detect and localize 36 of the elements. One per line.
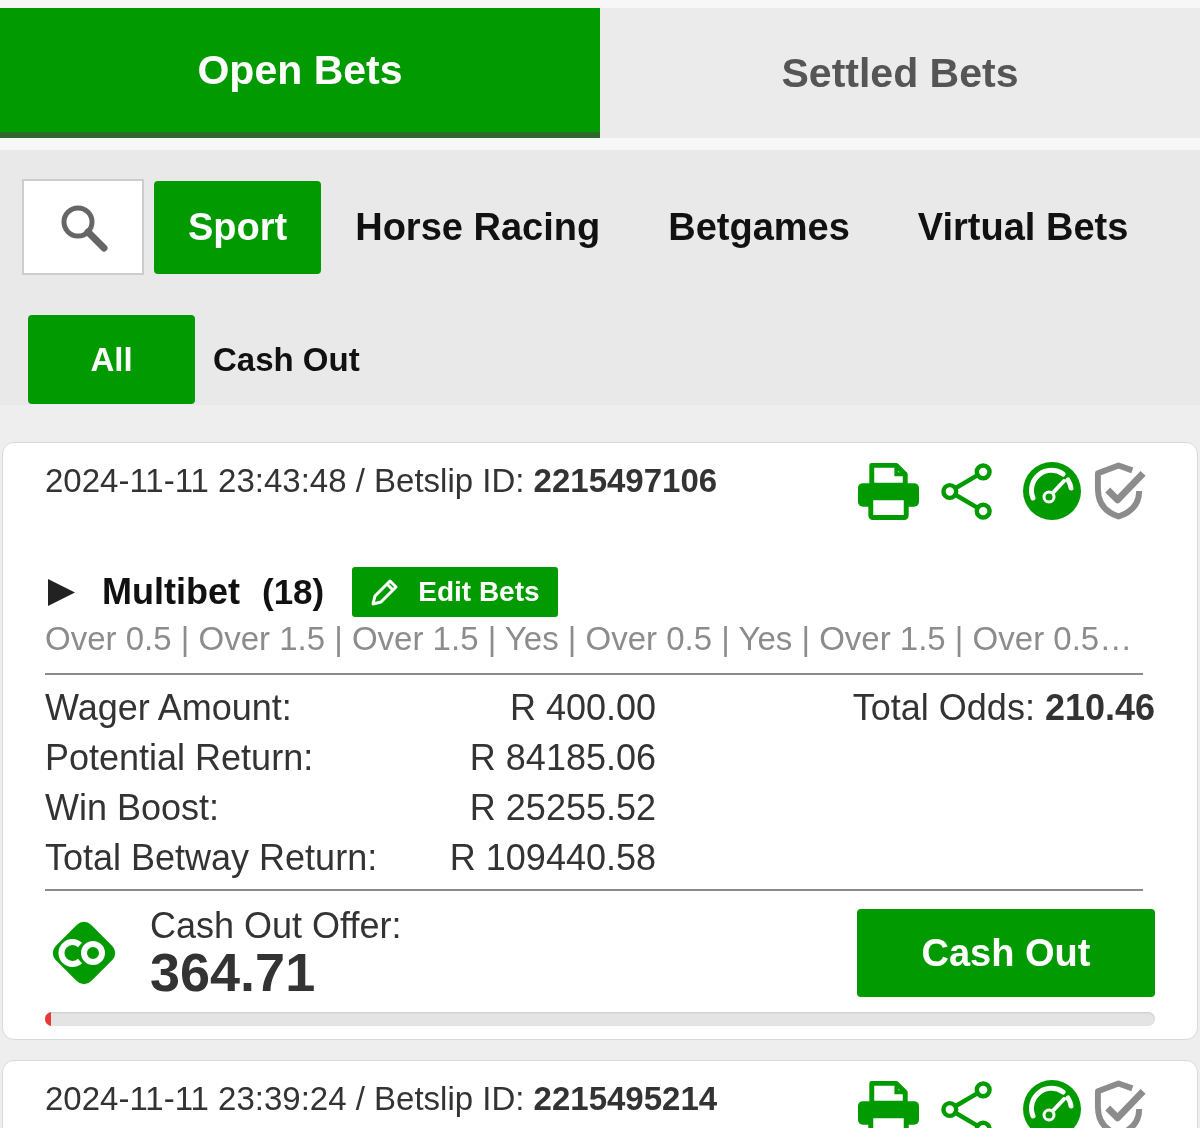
edit-bets-button[interactable]: Edit Bets <box>352 567 558 617</box>
cash-out-label: Cash Out Offer: <box>150 907 402 945</box>
bet-status-tab[interactable]: Settled Bets <box>600 8 1200 138</box>
detail-value: R 400.00 <box>508 687 656 729</box>
printer-icon[interactable] <box>857 461 920 521</box>
detail-label: Total Betway Return: <box>45 837 379 879</box>
filter-tab[interactable]: Cash Out <box>195 315 378 404</box>
gauge-icon[interactable] <box>1023 1080 1081 1128</box>
detail-label: Wager Amount: <box>45 687 293 729</box>
category-tab[interactable]: Betgames <box>634 180 884 274</box>
search-button[interactable] <box>22 179 144 275</box>
cash-out-amount: 364.71 <box>150 945 317 999</box>
filter-tab[interactable]: All <box>28 315 195 404</box>
shield-check-icon[interactable] <box>1093 1079 1148 1128</box>
printer-icon[interactable] <box>857 1079 920 1128</box>
bet-status-tab[interactable]: Open Bets <box>0 8 600 138</box>
detail-value: R 25255.52 <box>468 787 656 829</box>
share-icon[interactable] <box>940 1080 993 1128</box>
detail-value: R 109440.58 <box>448 837 656 879</box>
category-tab[interactable]: Virtual Bets <box>883 180 1163 274</box>
category-tab[interactable]: Sport <box>154 180 322 274</box>
share-icon[interactable] <box>940 462 993 520</box>
category-tab[interactable]: Horse Racing <box>321 180 635 274</box>
caret-icon[interactable] <box>48 578 75 606</box>
detail-label: Potential Return: <box>45 737 315 779</box>
selections-text: Over 0.5 | Over 1.5 | Over 1.5 | Yes | Over 0.5 | Yes | Over 1.5 | Over 0.5… <box>45 621 1134 657</box>
betslip-header: 2024-11-11 23:39:24 / Betslip ID: 2215495214 <box>45 1080 718 1118</box>
selection-count: (18) <box>262 572 325 612</box>
cash-out-button[interactable]: Cash Out <box>857 909 1155 997</box>
gauge-icon[interactable] <box>1023 462 1081 520</box>
shield-check-icon[interactable] <box>1093 461 1148 521</box>
total-odds: Total Odds: 210.46 <box>852 687 1155 729</box>
bet-type-title: Multibet <box>102 571 240 613</box>
betslip-header: 2024-11-11 23:43:48 / Betslip ID: 2215497106 <box>45 462 718 500</box>
detail-label: Win Boost: <box>45 787 221 829</box>
detail-value: R 84185.06 <box>468 737 656 779</box>
